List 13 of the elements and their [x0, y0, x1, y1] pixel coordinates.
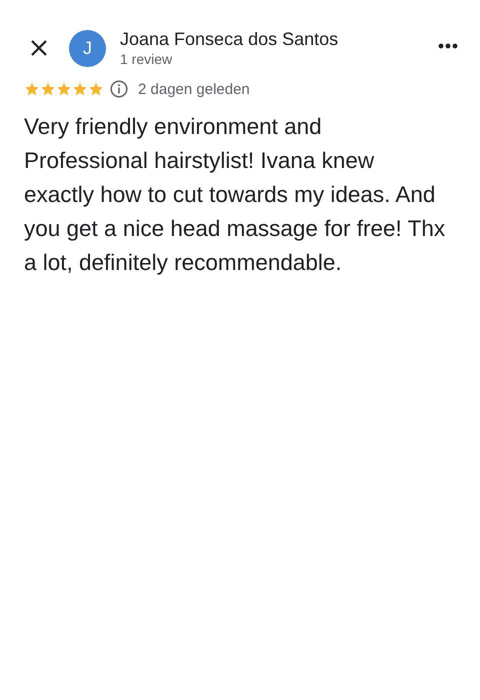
- star-icon: [88, 81, 104, 97]
- star-icon: [24, 81, 40, 97]
- avatar[interactable]: J: [69, 30, 106, 66]
- more-icon: [438, 43, 458, 49]
- star-icon: [72, 81, 88, 97]
- review-text: Very friendly environment and Professional hairstylist! Ivana knew exactly how to cut towards my ideas. And you get a nice head massage for free! Thx a lot, definitely recommendable.: [24, 113, 446, 277]
- review-date: 2 dagen geleden: [138, 80, 250, 98]
- star-icon: [40, 81, 56, 97]
- reviewer-name: Joana Fonseca dos Santos: [120, 28, 340, 50]
- star-icon: [56, 81, 72, 97]
- review-count: 1 review: [120, 50, 174, 68]
- close-icon: [30, 39, 48, 57]
- info-icon[interactable]: [110, 80, 128, 98]
